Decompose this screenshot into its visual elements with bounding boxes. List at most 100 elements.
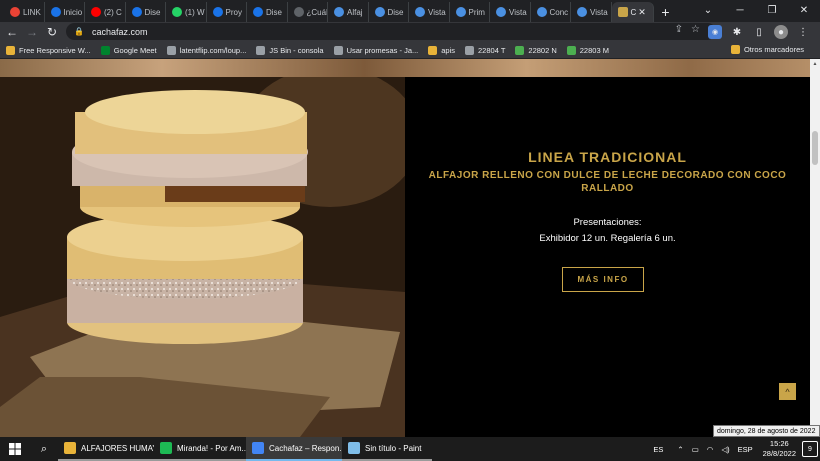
chevron-up-icon[interactable]: ⌃ xyxy=(677,445,683,454)
clock[interactable]: 15:26 28/8/2022 xyxy=(763,439,796,459)
address-bar[interactable]: 🔒 cachafaz.com ⇪☆ xyxy=(66,23,716,40)
window-controls: ⌄ ─ ❐ ✕ xyxy=(692,0,820,20)
bookmark-icon xyxy=(166,45,176,55)
tab-6[interactable]: Dise xyxy=(247,2,288,22)
shield-icon xyxy=(577,7,587,17)
bookmark-label: Usar promesas - Ja... xyxy=(346,45,419,55)
bookmark-item[interactable]: JS Bin - consola xyxy=(256,45,324,55)
bookmark-icon xyxy=(6,45,15,55)
tab-10[interactable]: Vista xyxy=(409,2,450,22)
tab-7[interactable]: ¿Cuál xyxy=(288,2,328,22)
tab-label: Dise xyxy=(266,7,283,17)
bookmark-icon xyxy=(515,45,525,55)
tab-label: Alfaj xyxy=(347,7,363,17)
tab-5[interactable]: Proy xyxy=(207,2,247,22)
windows-taskbar: ⌕ ALFAJORES HUMAYA Miranda! - Por Am... Ca… xyxy=(0,437,820,461)
shield-icon xyxy=(415,7,425,17)
tab-label: (1) W xyxy=(185,7,205,17)
product-line-title: LINEA TRADICIONAL xyxy=(528,149,687,165)
tab-4[interactable]: (1) W xyxy=(166,2,207,22)
back-button[interactable]: ← xyxy=(2,25,22,39)
bookmark-item[interactable]: apis xyxy=(428,45,455,55)
restore-button[interactable]: ❐ xyxy=(756,0,788,20)
puzzle-icon[interactable]: ✱ xyxy=(730,25,744,39)
chevron-down-icon[interactable]: ⌄ xyxy=(692,0,724,20)
screenshot-ext-icon[interactable]: ◉ xyxy=(708,25,722,39)
avatar[interactable]: ● xyxy=(774,25,788,39)
bookmark-item[interactable]: Google Meet xyxy=(100,45,157,55)
tab-label: Inicio xyxy=(63,7,83,17)
bookmark-item[interactable]: latentflip.com/loup... xyxy=(166,45,247,55)
tab-strip: LINK Inicio (2) C Dise (1) W Proy Dise ¿Cuál Alf… xyxy=(0,0,820,22)
tab-12[interactable]: Vista xyxy=(490,2,531,22)
lock-icon: 🔒 xyxy=(74,27,84,36)
reload-button[interactable]: ↻ xyxy=(42,25,62,39)
clock-time: 15:26 xyxy=(769,439,789,448)
bookmark-item[interactable]: 22804 T xyxy=(465,45,505,55)
bookmark-label: latentflip.com/loup... xyxy=(179,45,247,55)
tab-label: Dise xyxy=(387,7,404,17)
tab-3[interactable]: Dise xyxy=(126,2,166,22)
search-icon[interactable]: ⌕ xyxy=(30,437,58,461)
battery-icon[interactable]: ▭ xyxy=(692,445,699,454)
presentations-label: Presentaciones: xyxy=(573,217,642,228)
taskbar-app-label: Miranda! - Por Am... xyxy=(177,443,246,453)
bookmarks-list: Free Responsive W... Google Meet latentfli… xyxy=(6,45,619,55)
sidebar-icon[interactable]: ▯ xyxy=(752,25,766,39)
tab-active[interactable]: C ✕ xyxy=(611,2,654,22)
bookmark-icon xyxy=(100,45,110,55)
presentations-value: Exhibidor 12 un. Regalería 6 un. xyxy=(539,233,676,244)
taskbar-app[interactable]: Sin título - Paint xyxy=(342,437,432,461)
bookmark-item[interactable]: Free Responsive W... xyxy=(6,45,91,55)
minimize-button[interactable]: ─ xyxy=(724,0,756,20)
start-button[interactable] xyxy=(0,437,30,461)
tab-11[interactable]: Prim xyxy=(450,2,490,22)
forward-button[interactable]: → xyxy=(22,25,42,39)
other-bookmarks[interactable]: Otros marcadores xyxy=(730,45,804,54)
tab-8[interactable]: Alfaj xyxy=(328,2,369,22)
page-scrollbar[interactable]: ▲ ▼ xyxy=(810,59,820,437)
new-tab-button[interactable]: + xyxy=(654,2,678,22)
shield-icon xyxy=(374,7,385,17)
scroll-to-top-button[interactable]: ^ xyxy=(779,383,796,400)
tab-2[interactable]: (2) C xyxy=(85,2,126,22)
close-window-button[interactable]: ✕ xyxy=(788,0,820,20)
clock-date: 28/8/2022 xyxy=(762,449,796,458)
c-icon xyxy=(131,7,142,17)
bookmark-item[interactable]: Usar promesas - Ja... xyxy=(333,45,419,55)
tab-13[interactable]: Conc xyxy=(531,2,571,22)
bookmark-label: 22802 N xyxy=(528,45,557,55)
tab-label: C xyxy=(630,7,637,17)
volume-icon[interactable]: ◁) xyxy=(721,445,729,454)
menu-icon[interactable]: ⋮ xyxy=(796,25,810,39)
more-info-button[interactable]: MÁS INFO xyxy=(562,267,644,292)
share-star-icons[interactable]: ⇪☆ xyxy=(675,24,708,35)
cachafaz-icon xyxy=(617,7,628,17)
system-tray: ES ⌃ ▭ ◠ ◁) ESP 15:26 28/8/2022 9 xyxy=(645,437,820,461)
product-description: ALFAJOR RELLENO CON DULCE DE LECHE DECOR… xyxy=(428,170,787,194)
scrollbar-thumb[interactable] xyxy=(812,131,818,165)
bookmark-item[interactable]: 22803 M xyxy=(566,45,609,55)
tab-0[interactable]: LINK xyxy=(4,2,45,22)
tab-label: Vista xyxy=(590,7,608,17)
tab-9[interactable]: Dise xyxy=(369,2,409,22)
tab-label: Prim xyxy=(468,7,485,17)
scroll-up-arrow-icon[interactable]: ▲ xyxy=(810,61,820,67)
bookmark-item[interactable]: 22802 N xyxy=(515,45,557,55)
bookmark-icon xyxy=(428,45,438,55)
app-icon xyxy=(64,442,76,454)
ime-indicator[interactable]: ES xyxy=(653,445,663,454)
date-tooltip: domingo, 28 de agosto de 2022 xyxy=(713,425,820,437)
close-tab-icon[interactable]: ✕ xyxy=(638,7,646,18)
notifications-button[interactable]: 9 xyxy=(802,441,818,457)
bookmark-icon xyxy=(333,45,343,55)
taskbar-app[interactable]: ALFAJORES HUMAYA xyxy=(58,437,154,461)
tab-14[interactable]: Vista xyxy=(571,2,612,22)
tab-label: (2) C xyxy=(104,7,122,17)
tab-label: ¿Cuál xyxy=(306,7,328,17)
wifi-icon[interactable]: ◠ xyxy=(707,445,714,454)
tab-1[interactable]: Inicio xyxy=(45,2,85,22)
language-indicator[interactable]: ESP xyxy=(738,445,753,454)
taskbar-app[interactable]: Cachafaz – Respon... xyxy=(246,437,342,461)
taskbar-app[interactable]: Miranda! - Por Am... xyxy=(154,437,246,461)
